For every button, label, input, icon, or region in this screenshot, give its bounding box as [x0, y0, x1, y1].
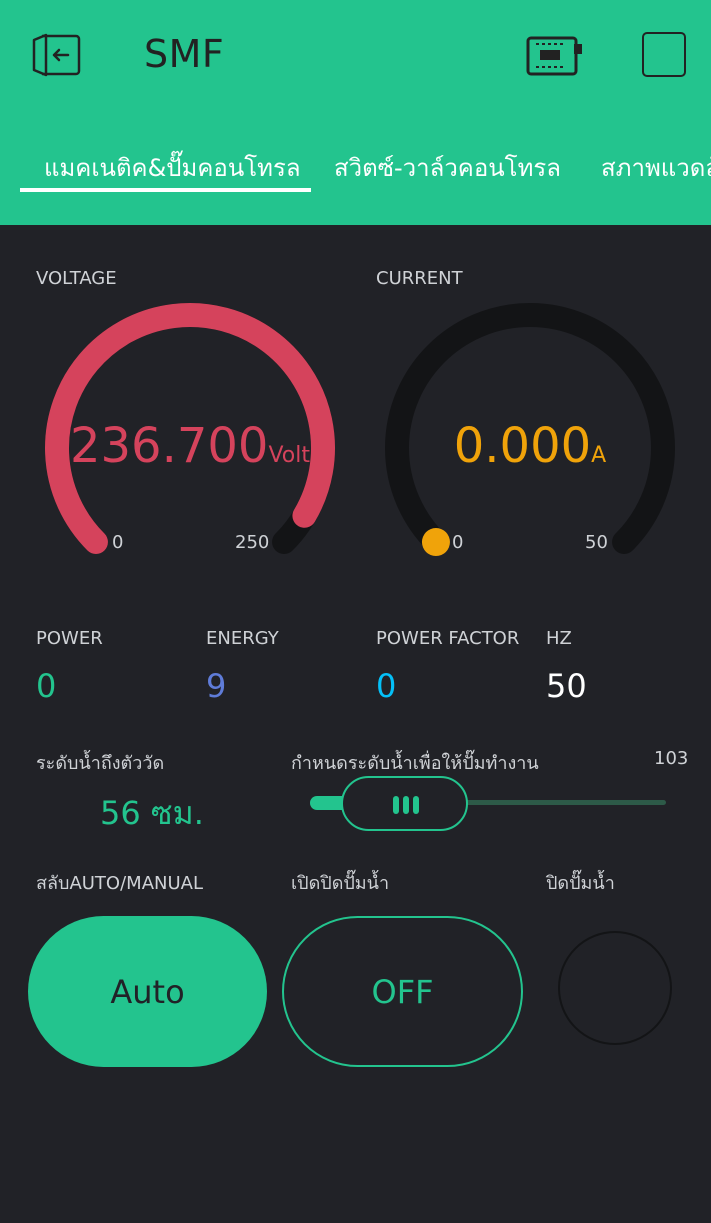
voltage-label: VOLTAGE — [36, 268, 117, 289]
voltage-value: 236.700 — [69, 418, 269, 474]
current-gauge-indicator — [421, 528, 450, 557]
pump-on-off-button[interactable]: OFF — [282, 916, 523, 1067]
power-label: POWER — [36, 628, 103, 649]
pump-toggle-label: เปิดปิดปั๊มน้ำ — [291, 873, 390, 894]
square-icon[interactable] — [642, 32, 686, 77]
voltage-value-display: 236.700Volt — [40, 418, 340, 474]
mode-switch-label: สลับAUTO/MANUAL — [36, 873, 203, 894]
exit-icon[interactable] — [32, 32, 82, 78]
grip-icon — [413, 796, 419, 814]
tab-magnetic-pump-control[interactable]: แมคเนติค&ปั๊มคอนโทรล — [44, 148, 301, 187]
hz-value: 50 — [546, 667, 587, 705]
grip-icon — [393, 796, 399, 814]
tab-switch-valve-control[interactable]: สวิตซ์-วาล์วคอนโทรล — [334, 148, 561, 187]
current-unit: A — [591, 443, 607, 468]
pump-off-led-label: ปิดปั๊มน้ำ — [546, 873, 615, 894]
tab-bar: แมคเนติค&ปั๊มคอนโทรล สวิตซ์-วาล์วคอนโทรล… — [0, 140, 711, 195]
pump-threshold-slider-handle[interactable] — [341, 776, 468, 831]
power-factor-value: 0 — [376, 667, 397, 705]
current-value: 0.000 — [453, 418, 592, 474]
app-header: SMF แมคเนติค&ปั๊มคอนโทรล สวิตซ์-วาล์วคอน… — [0, 0, 711, 225]
pump-off-led — [558, 931, 672, 1045]
auto-manual-toggle-button[interactable]: Auto — [28, 916, 267, 1067]
power-factor-label: POWER FACTOR — [376, 628, 520, 649]
current-max: 50 — [585, 532, 608, 553]
energy-value: 9 — [206, 667, 227, 705]
power-value: 0 — [36, 667, 57, 705]
tab-environment[interactable]: สภาพแวดล้ — [601, 148, 711, 187]
voltage-unit: Volt — [268, 443, 311, 468]
voltage-min: 0 — [112, 532, 124, 553]
pump-threshold-label: กำหนดระดับน้ำเพื่อให้ปั๊มทำงาน — [291, 753, 539, 774]
voltage-max: 250 — [235, 532, 270, 553]
current-value-display: 0.000A — [380, 418, 680, 474]
app-title: SMF — [144, 32, 225, 76]
grip-icon — [403, 796, 409, 814]
hz-label: HZ — [546, 628, 572, 649]
active-tab-indicator — [20, 188, 311, 192]
water-level-value: 56 ซม. — [100, 794, 204, 832]
water-level-label: ระดับน้ำถึงตัววัด — [36, 753, 165, 774]
pump-threshold-value: 103 — [654, 748, 689, 769]
current-min: 0 — [452, 532, 464, 553]
device-chip-icon[interactable] — [526, 34, 584, 78]
current-label: CURRENT — [376, 268, 463, 289]
energy-label: ENERGY — [206, 628, 279, 649]
